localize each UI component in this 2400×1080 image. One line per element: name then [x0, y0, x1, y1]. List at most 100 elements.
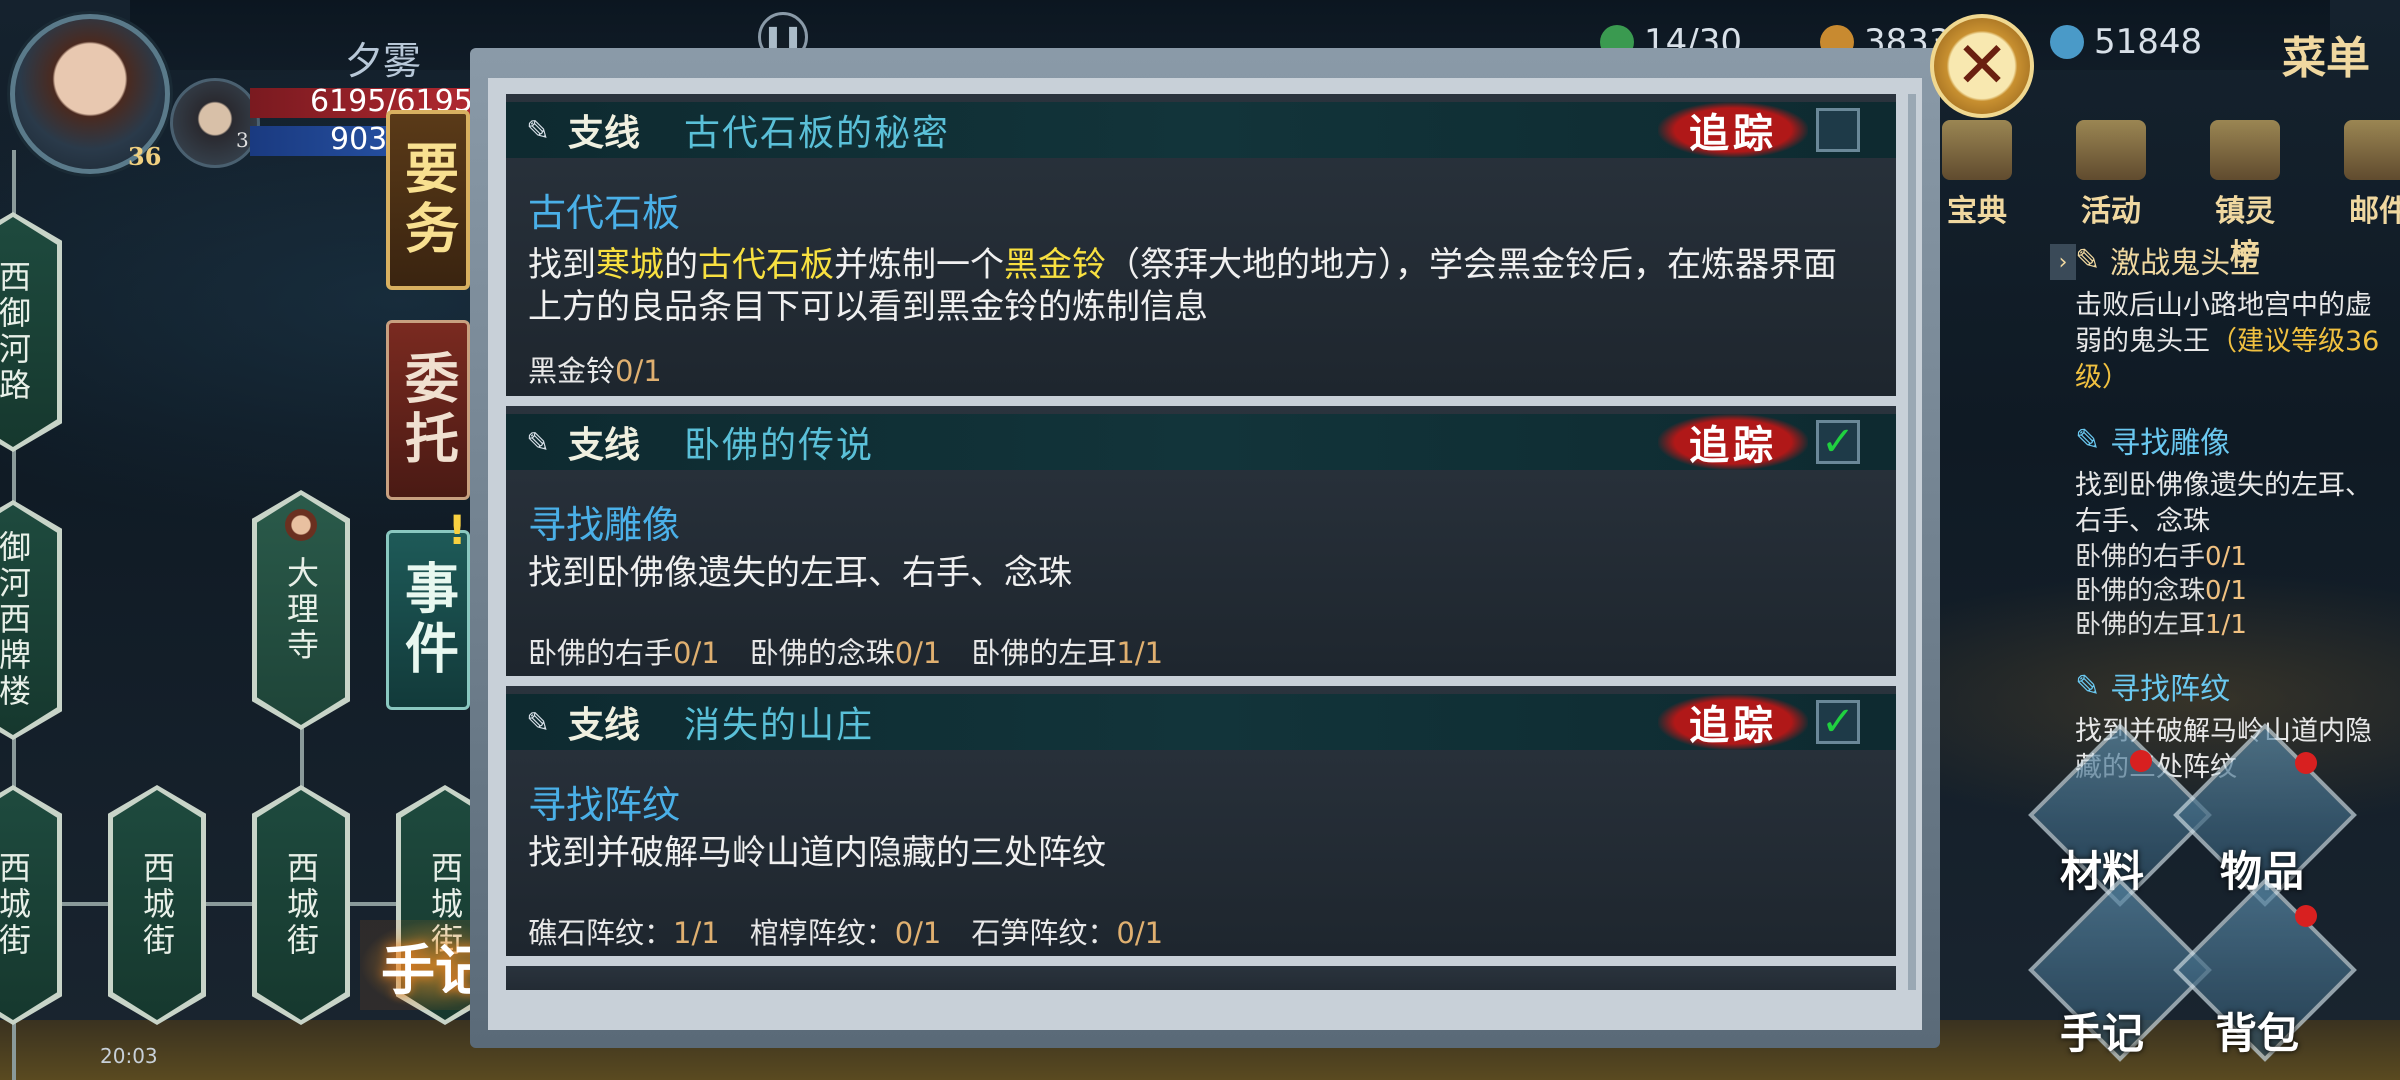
progress-item: 棺椁阵纹：0/1 [750, 910, 942, 952]
tracker-item-title: ✎ 激战鬼头王 [2075, 238, 2395, 282]
track-checkbox[interactable]: ✓ [1816, 699, 1860, 745]
progress-value: 0/1 [1116, 916, 1164, 950]
notification-dot [2295, 752, 2317, 774]
bag-button[interactable]: 背包 [2215, 1000, 2299, 1061]
checkmark-icon: ✓ [1821, 419, 1855, 465]
codex-button[interactable]: 宝典 [1935, 120, 2019, 274]
quest-header: ✎ 支线 消失的山庄 追踪 ✓ [506, 694, 1896, 750]
tracker-title-text: 激战鬼头王 [2110, 246, 2261, 281]
close-button[interactable]: ✕ [1930, 14, 2034, 118]
quest-target: 寻找雕像 [528, 503, 681, 547]
progress-label: 卧佛的左耳 [971, 636, 1117, 670]
tab-label: 要务 [395, 140, 460, 260]
tracker-collapse-button[interactable]: › [2050, 244, 2076, 280]
quest-header: ✎ 支线 卧佛的传说 追踪 ✓ [506, 414, 1896, 470]
tracker-item-title: ✎ 寻找阵纹 [2075, 664, 2395, 708]
notification-dot [2295, 905, 2317, 927]
tracker-item[interactable]: ✎ 激战鬼头王 击败后山小路地宫中的虚弱的鬼头王（建议等级36级） [2075, 238, 2395, 396]
quest-card[interactable]: ✎ 支线 消失的山庄 追踪 ✓ 寻找阵纹 找到并破解马岭山道内隐藏的三处阵纹 礁… [506, 686, 1896, 956]
notes-action-button[interactable]: 手记 [2060, 1000, 2144, 1061]
map-node[interactable]: 西城街 [252, 785, 350, 1025]
quest-header: ✎ 支线 古代石板的秘密 追踪 [506, 102, 1896, 158]
quest-card-partial[interactable] [506, 966, 1896, 990]
progress-value: 0/1 [673, 636, 720, 670]
quill-icon: ✎ [526, 113, 550, 147]
progress-item: 卧佛的右手0/1 [528, 630, 720, 672]
close-icon: ✕ [1955, 29, 2009, 103]
map-node[interactable]: 御河西牌楼 [0, 500, 62, 740]
progress-value: 1/1 [1116, 636, 1164, 670]
tracker-progress: 卧佛的右手0/1 [2075, 540, 2395, 574]
desc-text: 并炼制一个 [834, 245, 1004, 285]
quest-description: 找到寒城的古代石板并炼制一个黑金铃（祭拜大地的地方），学会黑金铃后，在炼器界面上… [528, 244, 1868, 328]
book-icon [1942, 120, 2012, 180]
jade-display: 51848 [2050, 22, 2202, 62]
progress-item: 黑金铃0/1 [528, 348, 662, 390]
quest-name: 消失的山庄 [684, 705, 875, 746]
main-quest-icon: ✎ [2075, 242, 2101, 278]
quest-description: 找到并破解马岭山道内隐藏的三处阵纹 [528, 833, 1106, 873]
quest-list[interactable]: ✎ 支线 古代石板的秘密 追踪 古代石板 找到寒城的古代石板并炼制一个黑金铃（祭… [506, 94, 1896, 990]
tab-label: 事件 [395, 560, 460, 680]
track-text: 追踪 [1689, 702, 1777, 749]
quest-target: 寻找阵纹 [528, 783, 681, 827]
tracker-title-text: 寻找雕像 [2110, 426, 2231, 461]
progress-label: 卧佛的右手 [2075, 542, 2206, 572]
progress-label: 卧佛的念珠 [749, 636, 895, 670]
progress-item: 石笋阵纹：0/1 [971, 910, 1163, 952]
jade-value: 51848 [2094, 22, 2203, 62]
track-checkbox[interactable] [1816, 108, 1860, 152]
events-label: 活动 [2081, 194, 2141, 229]
tracker-progress: 卧佛的左耳1/1 [2075, 608, 2395, 642]
track-checkbox[interactable]: ✓ [1816, 419, 1860, 465]
alert-icon: ! [448, 508, 467, 554]
tracker-item[interactable]: ✎ 寻找雕像 找到卧佛像遗失的左耳、右手、念珠 卧佛的右手0/1 卧佛的念珠0/… [2075, 418, 2395, 642]
quest-description: 找到卧佛像遗失的左耳、右手、念珠 [528, 553, 1072, 593]
tracker-item-desc: 击败后山小路地宫中的虚弱的鬼头王（建议等级36级） [2075, 288, 2395, 396]
map-node-label: 御河西牌楼 [0, 530, 32, 710]
quest-card[interactable]: ✎ 支线 卧佛的传说 追踪 ✓ 寻找雕像 找到卧佛像遗失的左耳、右手、念珠 卧佛… [506, 406, 1896, 676]
mail-label: 邮件 [2349, 194, 2400, 229]
quest-progress: 礁石阵纹：1/1 棺椁阵纹：0/1 石笋阵纹：0/1 [528, 910, 1163, 952]
map-path [0, 902, 440, 906]
desc-text: 的 [664, 245, 698, 285]
map-node[interactable]: 西御河路 [0, 212, 62, 452]
map-node-label: 西城街 [282, 851, 320, 959]
progress-value: 0/1 [2205, 542, 2247, 572]
desc-highlight: 古代石板 [698, 245, 834, 285]
quest-card[interactable]: ✎ 支线 古代石板的秘密 追踪 古代石板 找到寒城的古代石板并炼制一个黑金铃（祭… [506, 94, 1896, 396]
quest-name: 古代石板的秘密 [684, 113, 951, 154]
player-level: 36 [128, 142, 162, 171]
quest-list-scrollbar[interactable] [1908, 94, 1916, 990]
map-node-current[interactable]: 大理寺 [252, 490, 350, 730]
system-clock: 20:03 [100, 1044, 158, 1068]
desc-highlight: 黑金铃 [1004, 245, 1106, 285]
menu-button[interactable]: 菜单 [2282, 22, 2370, 86]
track-label: 追踪 [1658, 414, 1808, 470]
map-node-label: 大理寺 [282, 556, 320, 664]
map-node-label: 西城街 [138, 851, 176, 959]
codex-label: 宝典 [1947, 194, 2007, 229]
quest-type: 支线 [568, 112, 641, 154]
notification-dot [2130, 750, 2152, 772]
player-name: 夕雾 [345, 39, 422, 83]
tab-commissions[interactable]: 委托 [386, 320, 470, 500]
tab-events[interactable]: 事件 [386, 530, 470, 710]
quill-icon: ✎ [526, 425, 550, 459]
quest-name: 卧佛的传说 [684, 425, 875, 466]
map-node[interactable]: 西城街 [108, 785, 206, 1025]
pause-icon: ❚❚ [762, 23, 804, 51]
quest-progress: 黑金铃0/1 [528, 348, 662, 390]
progress-label: 石笋阵纹： [971, 916, 1117, 950]
tracker-progress: 卧佛的念珠0/1 [2075, 574, 2395, 608]
quest-target: 古代石板 [528, 191, 681, 235]
desc-highlight: 寒城 [596, 245, 664, 285]
track-label: 追踪 [1658, 102, 1808, 158]
progress-label: 黑金铃 [528, 354, 616, 388]
desc-text: 找到 [528, 245, 596, 285]
map-node-label: 西御河路 [0, 260, 32, 404]
quest-tracker: ✎ 激战鬼头王 击败后山小路地宫中的虚弱的鬼头王（建议等级36级） ✎ 寻找雕像… [2075, 238, 2395, 808]
tab-main-tasks[interactable]: 要务 [386, 110, 470, 290]
companion-avatar[interactable] [170, 78, 260, 168]
map-node[interactable]: 西城街 [0, 785, 62, 1025]
